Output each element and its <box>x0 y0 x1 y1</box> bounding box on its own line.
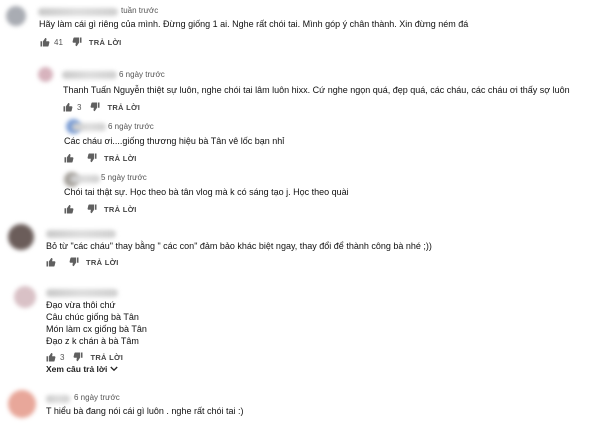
thumbs-down-icon[interactable] <box>90 102 100 112</box>
view-replies-button[interactable]: Xem câu trả lời <box>46 364 118 374</box>
thumbs-up-icon[interactable] <box>46 257 56 267</box>
comment-actions: TRẢ LỜI <box>64 203 137 215</box>
reply-button[interactable]: TRẢ LỜI <box>104 205 137 214</box>
thumbs-up-icon[interactable] <box>64 153 74 163</box>
thumbs-down-icon[interactable] <box>72 37 82 47</box>
comment-actions: 3 TRẢ LỜI <box>46 351 123 363</box>
author-name-blurred[interactable] <box>62 71 117 79</box>
comment-time: 6 ngày trước <box>108 122 154 131</box>
comment-time: 6 ngày trước <box>119 70 165 79</box>
like-count: 3 <box>77 102 82 112</box>
thumbs-up-icon[interactable] <box>63 102 73 112</box>
comment-actions: TRẢ LỜI <box>46 256 119 268</box>
thumbs-down-icon[interactable] <box>73 352 83 362</box>
chevron-down-icon <box>110 364 118 374</box>
thumbs-up-icon[interactable] <box>64 204 74 214</box>
comment-text: Hãy làm cái gì riêng của mình. Đừng giốn… <box>39 19 469 29</box>
avatar[interactable] <box>6 6 26 26</box>
thumbs-down-icon[interactable] <box>87 204 97 214</box>
comment-time: tuần trước <box>121 6 159 15</box>
avatar[interactable] <box>8 390 36 418</box>
comment-line: Món làm cx giống bà Tân <box>46 324 147 334</box>
comment-text: Các cháu ơi....giống thương hiệu bà Tân … <box>64 136 285 146</box>
thumbs-up-icon[interactable] <box>46 352 56 362</box>
avatar[interactable] <box>38 67 53 82</box>
avatar[interactable] <box>8 224 34 250</box>
author-name-blurred[interactable] <box>72 123 106 131</box>
comment-line: Câu chúc giống bà Tân <box>46 312 139 322</box>
comment-line: Đạo vừa thôi chứ <box>46 300 116 310</box>
reply-button[interactable]: TRẢ LỜI <box>89 38 122 47</box>
author-name-blurred[interactable] <box>46 289 118 297</box>
comment-actions: TRẢ LỜI <box>64 152 137 164</box>
reply-button[interactable]: TRẢ LỜI <box>107 103 140 112</box>
author-name-blurred[interactable] <box>38 8 118 16</box>
comment-actions: 41 TRẢ LỜI <box>40 36 122 48</box>
thumbs-down-icon[interactable] <box>69 257 79 267</box>
comment-time: 6 ngày trước <box>74 393 120 402</box>
comment-time: 5 ngày trước <box>101 173 147 182</box>
comment-text: Bỏ từ "các cháu" thay bằng " các con" đả… <box>46 241 432 251</box>
avatar[interactable] <box>14 286 36 308</box>
author-name-blurred[interactable] <box>46 230 116 238</box>
reply-button[interactable]: TRẢ LỜI <box>86 258 119 267</box>
like-count: 3 <box>60 352 65 362</box>
like-count: 41 <box>54 37 63 47</box>
comment-text: Thanh Tuấn Nguyễn thiệt sự luôn, nghe ch… <box>63 85 570 95</box>
author-name-blurred[interactable] <box>46 395 70 403</box>
author-name-blurred[interactable] <box>70 175 100 183</box>
comment-text: T hiểu bà đang nói cái gì luôn . nghe rấ… <box>46 406 244 416</box>
reply-button[interactable]: TRẢ LỜI <box>90 353 123 362</box>
comment-actions: 3 TRẢ LỜI <box>63 101 140 113</box>
thumbs-up-icon[interactable] <box>40 37 50 47</box>
view-replies-label: Xem câu trả lời <box>46 364 108 374</box>
reply-button[interactable]: TRẢ LỜI <box>104 154 137 163</box>
thumbs-down-icon[interactable] <box>87 153 97 163</box>
comment-line: Đạo z k chán à bà Tâm <box>46 336 139 346</box>
comment-text: Chói tai thật sự. Học theo bà tân vlog m… <box>64 187 349 197</box>
